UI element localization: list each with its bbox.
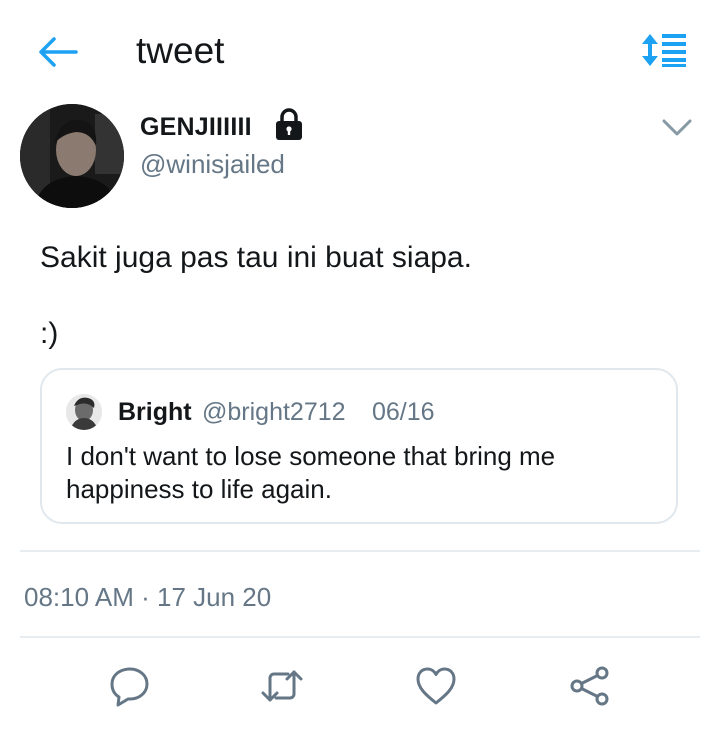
- tweet-text: Sakit juga pas tau ini buat siapa.: [40, 241, 472, 274]
- app-header: tweet: [0, 0, 720, 100]
- quoted-author-handle: @bright2712: [202, 398, 346, 426]
- share-icon: [570, 666, 609, 706]
- arrow-left-icon: [39, 37, 78, 67]
- tweet-text-line2: :): [40, 317, 59, 350]
- share-button[interactable]: [568, 664, 612, 708]
- timestamp-separator: ·: [141, 582, 150, 612]
- reply-icon: [110, 667, 149, 707]
- chevron-down-icon: [662, 119, 692, 136]
- retweet-button[interactable]: [260, 664, 304, 708]
- sort-list-icon: [642, 34, 686, 67]
- divider: [20, 636, 700, 638]
- quoted-author-avatar: [66, 394, 102, 430]
- author-photo: [20, 104, 124, 208]
- tweet-date: 17 Jun 20: [157, 582, 272, 612]
- heart-icon: [416, 667, 456, 705]
- quoted-tweet-text-line2: happiness to life again.: [66, 474, 332, 504]
- sort-button[interactable]: [640, 30, 692, 70]
- tweet-detail-screen: tweet GENJIIIIII @winisjailed Sakit juga…: [0, 0, 720, 730]
- divider: [20, 550, 700, 552]
- page-title: tweet: [136, 30, 225, 71]
- lock-icon: [273, 107, 305, 141]
- back-button[interactable]: [36, 32, 80, 72]
- like-button[interactable]: [414, 664, 458, 708]
- quoted-tweet-date: 06/16: [372, 398, 435, 426]
- author-handle[interactable]: @winisjailed: [140, 147, 285, 181]
- quoted-tweet-text: I don't want to lose someone that bring …: [66, 440, 646, 506]
- tweet-timestamp: 08:10 AM · 17 Jun 20: [24, 580, 271, 614]
- tweet-menu-button[interactable]: [660, 112, 694, 142]
- quoted-author-name: Bright: [118, 398, 192, 426]
- reply-button[interactable]: [108, 664, 152, 708]
- tweet-time: 08:10 AM: [24, 582, 134, 612]
- author-avatar[interactable]: [20, 104, 124, 208]
- author-name[interactable]: GENJIIIIII: [140, 111, 252, 143]
- quoted-tweet-text-line1: I don't want to lose someone that bring …: [66, 441, 556, 471]
- quoted-tweet-card[interactable]: Bright @bright2712 06/16 I don't want to…: [40, 368, 678, 524]
- quoted-author-photo: [66, 394, 102, 430]
- retweet-icon: [261, 670, 303, 702]
